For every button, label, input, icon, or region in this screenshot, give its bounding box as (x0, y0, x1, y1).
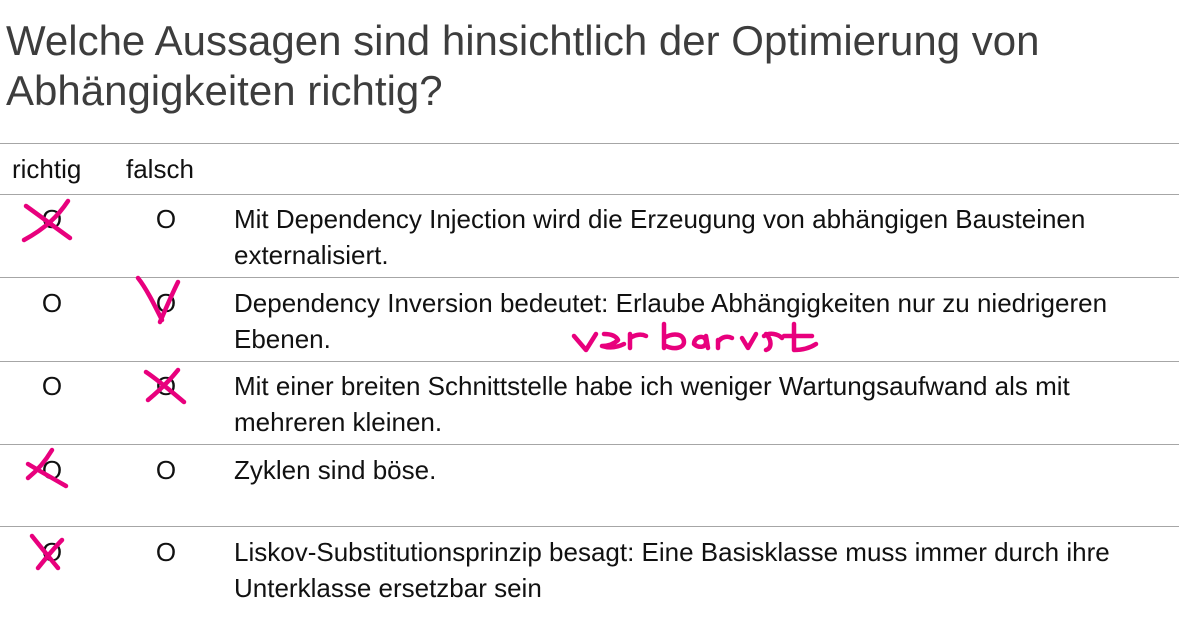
statement-5: Liskov-Substitutionsprinzip besagt: Eine… (234, 537, 1110, 603)
option-falsch-4[interactable]: O (146, 455, 186, 485)
option-falsch-1[interactable]: O (146, 204, 186, 234)
table-top-rule (0, 143, 1179, 144)
option-richtig-2[interactable]: O (32, 288, 72, 318)
row-rule-4 (0, 526, 1179, 527)
handwritten-annotation: verkehrt (571, 321, 819, 353)
header-falsch: falsch (126, 154, 194, 184)
header-rule (0, 194, 1179, 195)
cross-mark-richtig-5 (29, 533, 65, 571)
statement-4: Zyklen sind böse. (234, 455, 437, 485)
cross-mark-richtig-4 (25, 447, 69, 489)
statement-3: Mit einer breiten Schnittstelle habe ich… (234, 371, 1070, 437)
question-title: Welche Aussagen sind hinsichtlich der Op… (6, 17, 1040, 114)
cross-mark-falsch-2 (135, 275, 181, 325)
cross-mark-falsch-3 (143, 367, 187, 405)
statement-1: Mit Dependency Injection wird die Erzeug… (234, 204, 1086, 270)
row-rule-2 (0, 361, 1179, 362)
row-rule-3 (0, 444, 1179, 445)
header-richtig: richtig (12, 154, 82, 184)
option-richtig-3[interactable]: O (32, 371, 72, 401)
cross-mark-richtig-1 (21, 198, 73, 243)
option-falsch-5[interactable]: O (146, 537, 186, 567)
